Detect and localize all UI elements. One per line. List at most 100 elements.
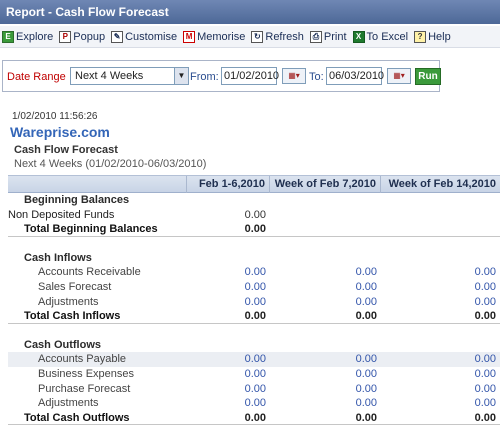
section-header-row: Cash Inflows	[8, 251, 500, 266]
row-label: Business Expenses	[38, 367, 134, 380]
date-range-filter: Date Range Next 4 Weeks ▼ From: 01/02/20…	[2, 60, 441, 92]
report-toolbar: E Explore P Popup ✎ Customise M Memorise ↻ Refres…	[0, 26, 500, 48]
to-label: To:	[309, 71, 324, 83]
report-timestamp: 1/02/2010 11:56:26	[12, 111, 98, 122]
row-label: Total Cash Outflows	[24, 411, 130, 424]
row-label: Adjustments	[38, 295, 99, 308]
print-icon: ⎙	[309, 30, 322, 43]
report-subtitle: Next 4 Weeks (01/02/2010-06/03/2010)	[14, 158, 207, 170]
row-label: Cash Outflows	[24, 338, 102, 351]
row-label: Cash Inflows	[24, 251, 92, 264]
help-button[interactable]: ? Help	[414, 30, 451, 43]
total-row: Total Cash Inflows 0.00 0.00 0.00	[8, 309, 500, 324]
from-label: From:	[190, 71, 219, 83]
to-excel-button[interactable]: X To Excel	[352, 30, 408, 43]
from-calendar-icon[interactable]: ▦▾	[282, 68, 306, 84]
explore-button[interactable]: E Explore	[2, 30, 54, 43]
customise-button[interactable]: ✎ Customise	[111, 30, 178, 43]
date-range-label: Date Range	[7, 71, 66, 83]
print-button[interactable]: ⎙ Print	[309, 30, 347, 43]
cash-flow-table: Feb 1-6,2010 Week of Feb 7,2010 Week of …	[8, 175, 500, 426]
row-label: Non Deposited Funds	[8, 208, 115, 221]
cell-value[interactable]: 0.00	[186, 265, 266, 280]
cell-value[interactable]: 0.00	[268, 367, 377, 382]
table-row: Non Deposited Funds 0.00	[8, 208, 500, 223]
cell-value[interactable]: 0.00	[268, 280, 377, 295]
toolbar-button-label: Memorise	[197, 30, 246, 43]
row-label: Purchase Forecast	[38, 382, 131, 395]
memorise-icon: M	[183, 30, 196, 43]
row-label: Accounts Receivable	[38, 266, 141, 279]
from-date-input[interactable]: 01/02/2010	[221, 67, 279, 85]
cell-value[interactable]: 0.00	[380, 352, 496, 367]
cell-value: 0.00	[355, 411, 377, 424]
cell-value[interactable]: 0.00	[268, 295, 377, 310]
memorise-button[interactable]: M Memorise	[183, 30, 246, 43]
cell-value[interactable]: 0.00	[186, 295, 266, 310]
report-title: Cash Flow Forecast	[14, 144, 118, 156]
total-row: Total Beginning Balances 0.00	[8, 222, 500, 237]
cell-value[interactable]: 0.00	[268, 352, 377, 367]
refresh-icon: ↻	[251, 30, 264, 43]
date-range-select[interactable]: Next 4 Weeks ▼	[70, 67, 189, 85]
cell-value: 0.00	[244, 411, 266, 424]
toolbar-button-label: Explore	[16, 30, 54, 43]
cell-value: 0.00	[244, 208, 266, 221]
to-calendar-icon[interactable]: ▦▾	[387, 68, 411, 84]
toolbar-button-label: Customise	[125, 30, 178, 43]
row-label: Adjustments	[38, 397, 99, 410]
cell-value[interactable]: 0.00	[380, 295, 496, 310]
cell-value[interactable]: 0.00	[186, 396, 266, 411]
cell-value: 0.00	[474, 310, 496, 323]
cell-value[interactable]: 0.00	[186, 352, 266, 367]
cell-value[interactable]: 0.00	[186, 382, 266, 397]
company-name: Wareprise.com	[10, 124, 110, 140]
row-label: Beginning Balances	[24, 194, 130, 206]
cell-value[interactable]: 0.00	[380, 265, 496, 280]
table-row[interactable]: Sales Forecast 0.00 0.00 0.00	[8, 280, 500, 295]
cell-value[interactable]: 0.00	[380, 396, 496, 411]
popup-button[interactable]: P Popup	[59, 30, 106, 43]
row-label: Total Beginning Balances	[24, 223, 158, 236]
table-row[interactable]: Purchase Forecast 0.00 0.00 0.00	[8, 382, 500, 397]
toolbar-button-label: Help	[428, 30, 451, 43]
explore-icon: E	[2, 30, 14, 43]
run-button[interactable]: Run	[415, 68, 441, 85]
table-row[interactable]: Accounts Receivable 0.00 0.00 0.00	[8, 265, 500, 280]
chevron-down-icon[interactable]: ▼	[174, 68, 188, 84]
cell-value[interactable]: 0.00	[268, 382, 377, 397]
toolbar-button-label: Refresh	[265, 30, 304, 43]
refresh-button[interactable]: ↻ Refresh	[251, 30, 304, 43]
cell-value[interactable]: 0.00	[380, 382, 496, 397]
column-header[interactable]: Feb 1-6,2010	[186, 176, 269, 193]
cell-value[interactable]: 0.00	[380, 367, 496, 382]
help-icon: ?	[414, 30, 427, 43]
cell-value[interactable]: 0.00	[186, 367, 266, 382]
excel-icon: X	[352, 30, 365, 43]
table-row[interactable]: Adjustments 0.00 0.00 0.00	[8, 295, 500, 310]
section-header-row: Beginning Balances	[8, 193, 500, 208]
row-label: Accounts Payable	[38, 353, 127, 366]
customise-icon: ✎	[111, 30, 124, 43]
cell-value[interactable]: 0.00	[268, 396, 377, 411]
section-header-row: Cash Outflows	[8, 338, 500, 353]
total-row: Total Cash Outflows 0.00 0.00 0.00	[8, 411, 500, 426]
cell-value[interactable]: 0.00	[268, 265, 377, 280]
table-row[interactable]: Accounts Payable 0.00 0.00 0.00	[8, 352, 500, 367]
date-range-value: Next 4 Weeks	[75, 70, 144, 82]
toolbar-button-label: Print	[323, 30, 347, 43]
table-row[interactable]: Adjustments 0.00 0.00 0.00	[8, 396, 500, 411]
window-title: Report - Cash Flow Forecast	[0, 0, 500, 24]
popup-icon: P	[59, 30, 72, 43]
cell-value[interactable]: 0.00	[186, 280, 266, 295]
table-row[interactable]: Business Expenses 0.00 0.00 0.00	[8, 367, 500, 382]
column-header[interactable]: Week of Feb 14,2010	[380, 176, 500, 193]
row-label: Total Cash Inflows	[24, 310, 121, 323]
to-date-input[interactable]: 06/03/2010	[326, 67, 384, 85]
toolbar-button-label: Popup	[73, 30, 106, 43]
table-body: Beginning Balances Non Deposited Funds 0.0…	[8, 193, 500, 426]
column-header[interactable]: Week of Feb 7,2010	[269, 176, 380, 193]
cell-value[interactable]: 0.00	[380, 280, 496, 295]
